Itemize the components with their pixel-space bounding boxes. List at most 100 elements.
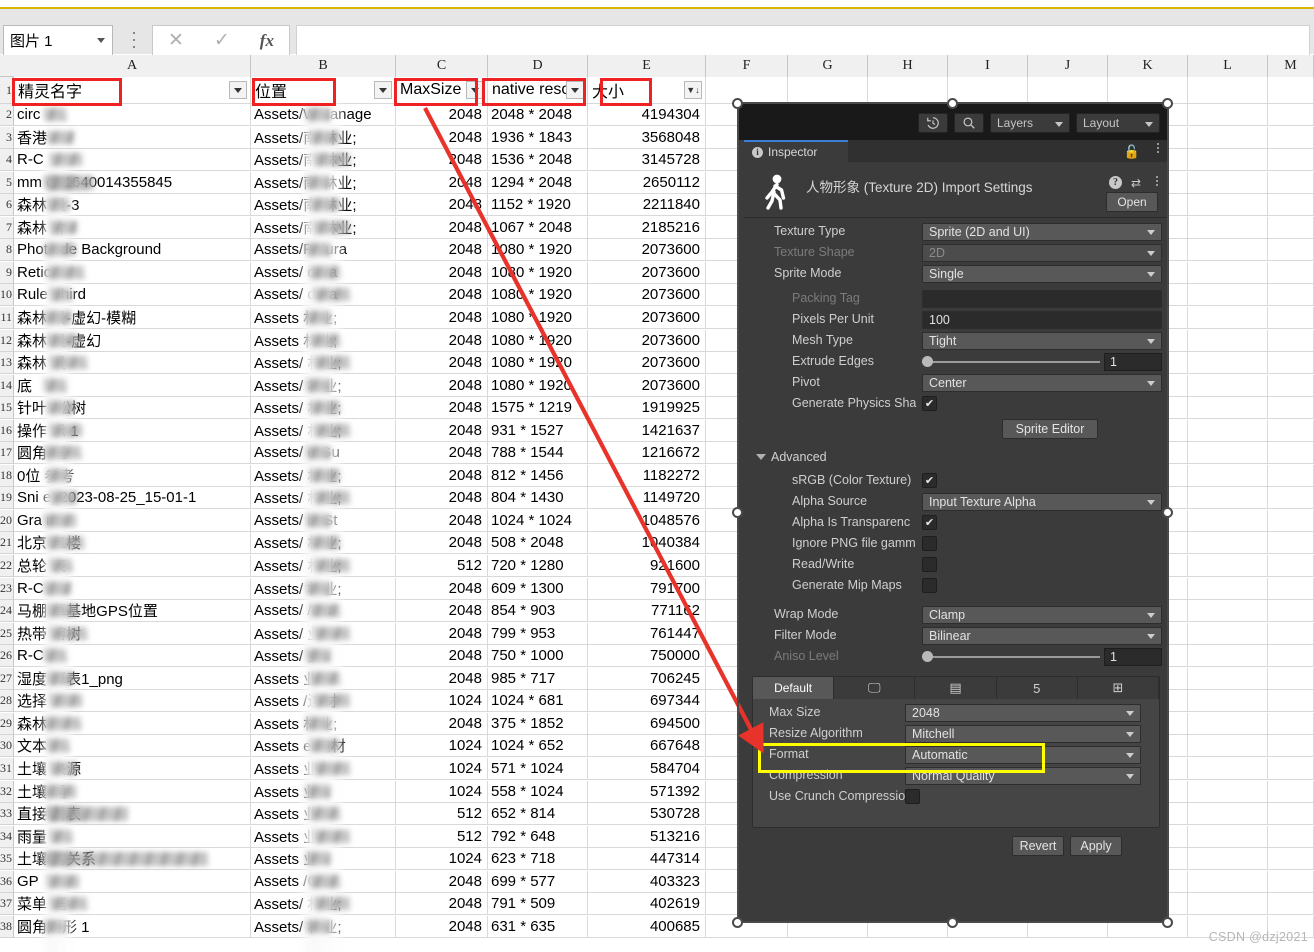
empty-header-cell-J[interactable]: [1028, 77, 1108, 104]
empty-cell-L24[interactable]: [1188, 600, 1268, 622]
empty-cell-M6[interactable]: [1268, 194, 1314, 216]
dropdown-compression[interactable]: Normal Quality: [905, 767, 1141, 785]
cell-A37[interactable]: 菜单 框: [14, 893, 251, 915]
empty-cell-L37[interactable]: [1188, 893, 1268, 915]
column-header-M[interactable]: M: [1268, 55, 1314, 77]
cell-E10[interactable]: 2073600: [588, 284, 706, 306]
cell-E4[interactable]: 3145728: [588, 149, 706, 171]
cell-E35[interactable]: 447314: [588, 848, 706, 870]
empty-cell-L6[interactable]: [1188, 194, 1268, 216]
filter-dropdown-C[interactable]: [466, 81, 484, 99]
cell-A24[interactable]: 马棚 草基地GPS位置: [14, 600, 251, 622]
cell-D17[interactable]: 788 * 1544: [488, 442, 588, 464]
fx-icon[interactable]: fx: [260, 31, 274, 51]
empty-cell-L23[interactable]: [1188, 577, 1268, 599]
empty-cell-M25[interactable]: [1268, 622, 1314, 644]
resize-handle-top-left[interactable]: [732, 98, 743, 109]
cell-D16[interactable]: 931 * 1527: [488, 419, 588, 441]
open-button[interactable]: Open: [1106, 192, 1158, 212]
cell-B14[interactable]: Assets/ 林业;: [251, 374, 396, 396]
cell-D33[interactable]: 652 * 814: [488, 803, 588, 825]
row-header-20[interactable]: 20: [0, 509, 14, 532]
row-header-16[interactable]: 16: [0, 419, 14, 442]
cell-B16[interactable]: Assets/ 林业;: [251, 419, 396, 441]
cell-B27[interactable]: Assets 业;: [251, 667, 396, 689]
empty-cell-L16[interactable]: [1188, 419, 1268, 441]
cell-B38[interactable]: Assets/ 林业;: [251, 915, 396, 937]
cell-D27[interactable]: 985 * 717: [488, 667, 588, 689]
empty-cell-M34[interactable]: [1268, 825, 1314, 847]
cell-B21[interactable]: Assets/ 林业;: [251, 532, 396, 554]
cell-B37[interactable]: Assets/ 林业;: [251, 893, 396, 915]
row-header-21[interactable]: 21: [0, 532, 14, 555]
empty-cell-L15[interactable]: [1188, 397, 1268, 419]
cell-B5[interactable]: Assets/南 林业;: [251, 171, 396, 193]
cell-B25[interactable]: Assets/ 业;: [251, 622, 396, 644]
cell-C13[interactable]: 2048: [396, 352, 488, 374]
cell-E9[interactable]: 2073600: [588, 261, 706, 283]
row-header-15[interactable]: 15: [0, 397, 14, 420]
cell-C21[interactable]: 2048: [396, 532, 488, 554]
row-header-6[interactable]: 6: [0, 194, 14, 217]
row-header-13[interactable]: 13: [0, 352, 14, 375]
empty-cell-L5[interactable]: [1188, 171, 1268, 193]
cell-E17[interactable]: 1216672: [588, 442, 706, 464]
cell-B17[interactable]: Assets/ e/Gu: [251, 442, 396, 464]
row-header-7[interactable]: 7: [0, 216, 14, 239]
empty-header-cell-G[interactable]: [788, 77, 868, 104]
cell-A11[interactable]: 森林 景-虚幻-模糊: [14, 306, 251, 328]
cell-E27[interactable]: 706245: [588, 667, 706, 689]
cell-C20[interactable]: 2048: [396, 509, 488, 531]
cell-C22[interactable]: 512: [396, 555, 488, 576]
empty-cell-M10[interactable]: [1268, 284, 1314, 306]
row-header-11[interactable]: 11: [0, 306, 14, 329]
cell-C15[interactable]: 2048: [396, 397, 488, 419]
cell-D4[interactable]: 1536 * 2048: [488, 149, 588, 171]
empty-cell-M16[interactable]: [1268, 419, 1314, 441]
cell-A25[interactable]: 热带 榕树: [14, 622, 251, 644]
empty-header-cell-L[interactable]: [1188, 77, 1268, 104]
cell-C30[interactable]: 1024: [396, 735, 488, 757]
empty-cell-M37[interactable]: [1268, 893, 1314, 915]
empty-cell-L31[interactable]: [1188, 757, 1268, 779]
tab-inspector[interactable]: i Inspector: [744, 140, 848, 162]
cell-C37[interactable]: 2048: [396, 893, 488, 915]
cell-B2[interactable]: Assets/WManage: [251, 104, 396, 125]
empty-cell-L14[interactable]: [1188, 374, 1268, 396]
cell-C2[interactable]: 2048: [396, 104, 488, 125]
row-header-2[interactable]: 2: [0, 104, 14, 126]
row-header-22[interactable]: 22: [0, 555, 14, 577]
filter-dropdown-B[interactable]: [374, 81, 392, 99]
column-header-D[interactable]: D: [488, 55, 588, 77]
cell-B28[interactable]: Assets /边材: [251, 690, 396, 712]
cell-E26[interactable]: 750000: [588, 645, 706, 667]
cell-E12[interactable]: 2073600: [588, 329, 706, 351]
cell-D38[interactable]: 631 * 635: [488, 915, 588, 937]
cell-A36[interactable]: GP: [14, 870, 251, 892]
empty-cell-L8[interactable]: [1188, 239, 1268, 261]
slider-knob[interactable]: [922, 356, 933, 367]
empty-cell-M29[interactable]: [1268, 712, 1314, 734]
row-header-37[interactable]: 37: [0, 893, 14, 916]
slider-extrude-edges[interactable]: [922, 353, 1100, 371]
resize-handle-bottom-left[interactable]: [732, 917, 743, 928]
cell-C8[interactable]: 2048: [396, 239, 488, 261]
cell-A10[interactable]: Rule Third: [14, 284, 251, 306]
slider-knob[interactable]: [922, 651, 933, 662]
number-field-aniso-level[interactable]: 1: [1104, 648, 1162, 666]
dropdown-max-size[interactable]: 2048: [905, 704, 1141, 722]
empty-cell-L28[interactable]: [1188, 690, 1268, 712]
cell-B32[interactable]: Assets 业;: [251, 780, 396, 802]
row-header-10[interactable]: 10: [0, 284, 14, 307]
column-header-B[interactable]: B: [251, 55, 396, 77]
cell-C24[interactable]: 2048: [396, 600, 488, 622]
apply-button[interactable]: Apply: [1070, 836, 1122, 856]
cell-B9[interactable]: Assets/ dura: [251, 261, 396, 283]
checkbox-read-write[interactable]: [922, 557, 937, 572]
cell-E36[interactable]: 403323: [588, 870, 706, 892]
cell-A13[interactable]: 森林 景: [14, 352, 251, 374]
cell-B33[interactable]: Assets 业;: [251, 803, 396, 825]
cell-A5[interactable]: mm ort1640014355845: [14, 171, 251, 193]
cell-D3[interactable]: 1936 * 1843: [488, 126, 588, 148]
row-header-3[interactable]: 3: [0, 126, 14, 149]
